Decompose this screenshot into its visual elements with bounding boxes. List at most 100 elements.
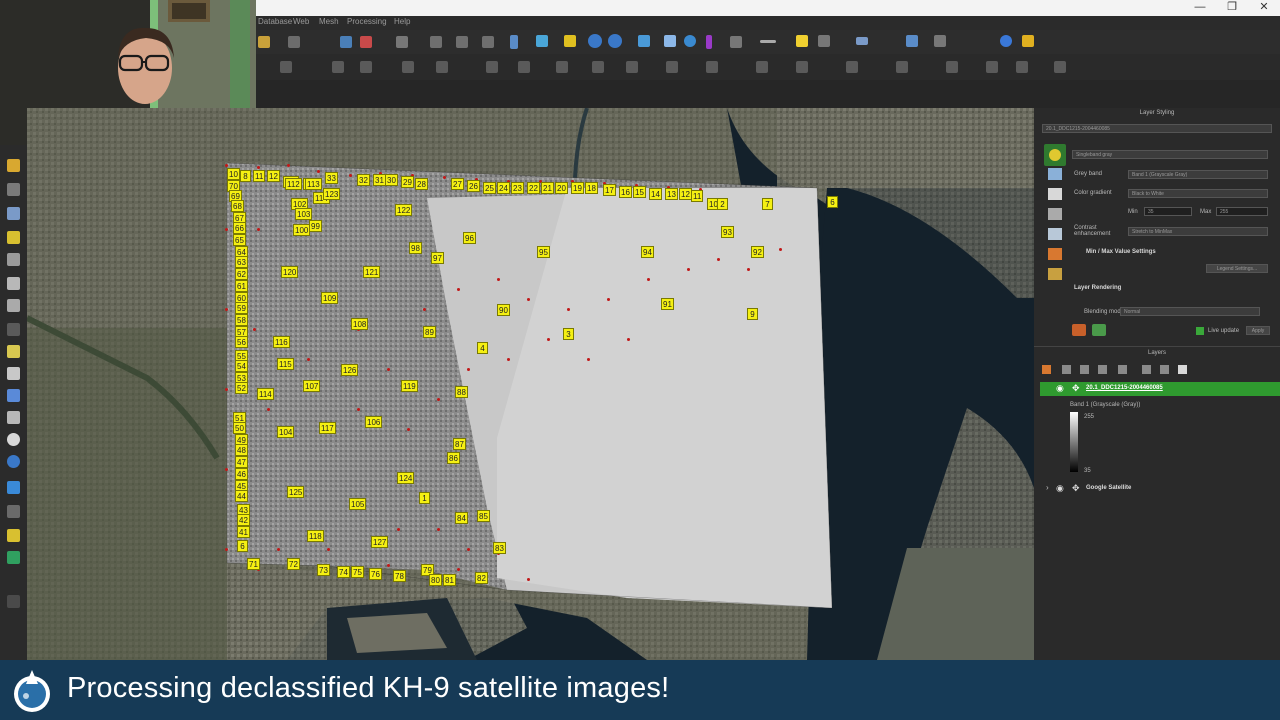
- gcp-marker[interactable]: 17: [603, 184, 616, 196]
- gcp-marker[interactable]: 50: [233, 422, 246, 434]
- gcp-marker[interactable]: 23: [511, 182, 524, 194]
- add-wms-icon[interactable]: [7, 433, 20, 446]
- snapping-icon[interactable]: [986, 61, 998, 73]
- add-delimited-icon[interactable]: [7, 389, 20, 402]
- add-layer-icon[interactable]: [288, 36, 300, 48]
- gcp-marker[interactable]: 93: [721, 226, 734, 238]
- gcp-marker[interactable]: 7: [762, 198, 773, 210]
- gcp-point[interactable]: [627, 338, 630, 341]
- transparency-tab-icon[interactable]: [1048, 188, 1062, 200]
- redo-icon[interactable]: [1092, 324, 1106, 336]
- gcp-marker[interactable]: 119: [401, 380, 418, 392]
- gcp-marker[interactable]: 122: [395, 204, 413, 216]
- grid-icon[interactable]: [1054, 61, 1066, 73]
- gcp-point[interactable]: [647, 278, 650, 281]
- gcp-point[interactable]: [457, 568, 460, 571]
- save-icon[interactable]: [510, 35, 518, 49]
- legend-settings-button[interactable]: Legend Settings...: [1206, 264, 1268, 273]
- gcp-point[interactable]: [225, 164, 228, 167]
- gcp-marker[interactable]: 54: [235, 360, 248, 372]
- color-gradient-combo[interactable]: Black to White: [1128, 189, 1268, 198]
- gcp-point[interactable]: [357, 408, 360, 411]
- gcp-marker[interactable]: 72: [287, 558, 300, 570]
- maximize-button[interactable]: ❐: [1218, 0, 1246, 14]
- edit-icon[interactable]: [340, 36, 352, 48]
- label-rotate-icon[interactable]: [846, 61, 858, 73]
- gcp-point[interactable]: [225, 548, 228, 551]
- merge-icon[interactable]: [402, 61, 414, 73]
- gcp-marker[interactable]: 13: [665, 188, 678, 200]
- open-styling-icon[interactable]: [1042, 365, 1051, 374]
- gcp-marker[interactable]: 117: [319, 422, 336, 434]
- gcp-marker[interactable]: 26: [467, 180, 480, 192]
- layer-row-google-satellite[interactable]: › ◉ ✥ Google Satellite: [1040, 482, 1280, 496]
- gcp-marker[interactable]: 116: [273, 336, 290, 348]
- gcp-point[interactable]: [527, 298, 530, 301]
- measure-icon[interactable]: [664, 35, 676, 47]
- layer-selector-combo[interactable]: 20.1_DDC1215-2004460085: [1042, 124, 1272, 133]
- settings-gear-icon[interactable]: [684, 35, 696, 47]
- table-icon[interactable]: [730, 36, 742, 48]
- minmax-settings-section[interactable]: Min / Max Value Settings: [1086, 249, 1156, 255]
- label-pin-icon[interactable]: [756, 61, 768, 73]
- ring-icon[interactable]: [556, 61, 568, 73]
- layout-icon[interactable]: [906, 35, 918, 47]
- gps-icon[interactable]: [536, 35, 548, 47]
- gcp-point[interactable]: [307, 358, 310, 361]
- gcp-marker[interactable]: 127: [371, 536, 389, 548]
- delete-icon[interactable]: [360, 36, 372, 48]
- gcp-point[interactable]: [507, 358, 510, 361]
- node-tool-icon[interactable]: [430, 36, 442, 48]
- gcp-marker[interactable]: 62: [235, 268, 248, 280]
- gcp-marker[interactable]: 95: [537, 246, 550, 258]
- gcp-marker[interactable]: 106: [365, 416, 383, 428]
- gcp-marker[interactable]: 113: [305, 178, 322, 190]
- gcp-marker[interactable]: 100: [293, 224, 311, 236]
- plugins-icon[interactable]: [1022, 35, 1034, 47]
- gcp-marker[interactable]: 85: [477, 510, 490, 522]
- gcp-marker[interactable]: 61: [235, 280, 248, 292]
- warning-icon[interactable]: [564, 35, 576, 47]
- gcp-marker[interactable]: 86: [447, 452, 460, 464]
- symbology-tab[interactable]: [1044, 144, 1066, 166]
- menu-mesh[interactable]: Mesh: [319, 17, 339, 26]
- gcp-marker[interactable]: 83: [493, 542, 506, 554]
- help-icon[interactable]: [1000, 35, 1012, 47]
- move-icon[interactable]: [456, 36, 468, 48]
- gcp-marker[interactable]: 59: [235, 302, 248, 314]
- gcp-marker[interactable]: 22: [527, 182, 540, 194]
- gcp-marker[interactable]: 80: [429, 574, 442, 586]
- gcp-marker[interactable]: 29: [401, 176, 414, 188]
- gcp-marker[interactable]: 58: [235, 314, 248, 326]
- gcp-marker[interactable]: 96: [463, 232, 476, 244]
- gcp-marker[interactable]: 14: [649, 188, 662, 200]
- gcp-marker[interactable]: 87: [453, 438, 466, 450]
- part-icon[interactable]: [592, 61, 604, 73]
- gcp-marker[interactable]: 24: [497, 182, 510, 194]
- gcp-point[interactable]: [717, 258, 720, 261]
- menu-database[interactable]: Database: [258, 17, 292, 26]
- gcp-point[interactable]: [317, 170, 320, 173]
- ruler-icon[interactable]: [760, 40, 776, 43]
- gcp-marker[interactable]: 109: [321, 292, 339, 304]
- gcp-marker[interactable]: 18: [585, 182, 598, 194]
- gcp-marker[interactable]: 112: [285, 178, 302, 190]
- gcp-marker[interactable]: 15: [633, 186, 646, 198]
- label-move-icon[interactable]: [796, 61, 808, 73]
- zoom-out-icon[interactable]: [7, 207, 20, 220]
- gcp-marker[interactable]: 66: [233, 222, 246, 234]
- gcp-point[interactable]: [387, 368, 390, 371]
- gcp-point[interactable]: [225, 228, 228, 231]
- menu-web[interactable]: Web: [293, 17, 309, 26]
- gcp-point[interactable]: [779, 248, 782, 251]
- metadata-tab-icon[interactable]: [1048, 268, 1062, 280]
- gcp-marker[interactable]: 25: [483, 182, 496, 194]
- gcp-marker[interactable]: 74: [337, 566, 350, 578]
- gcp-point[interactable]: [397, 528, 400, 531]
- measure-line-icon[interactable]: [7, 323, 20, 336]
- gcp-marker[interactable]: 47: [235, 456, 248, 468]
- gcp-point[interactable]: [587, 358, 590, 361]
- annotation-icon[interactable]: [796, 35, 808, 47]
- gcp-marker[interactable]: 52: [235, 382, 248, 394]
- gcp-point[interactable]: [497, 278, 500, 281]
